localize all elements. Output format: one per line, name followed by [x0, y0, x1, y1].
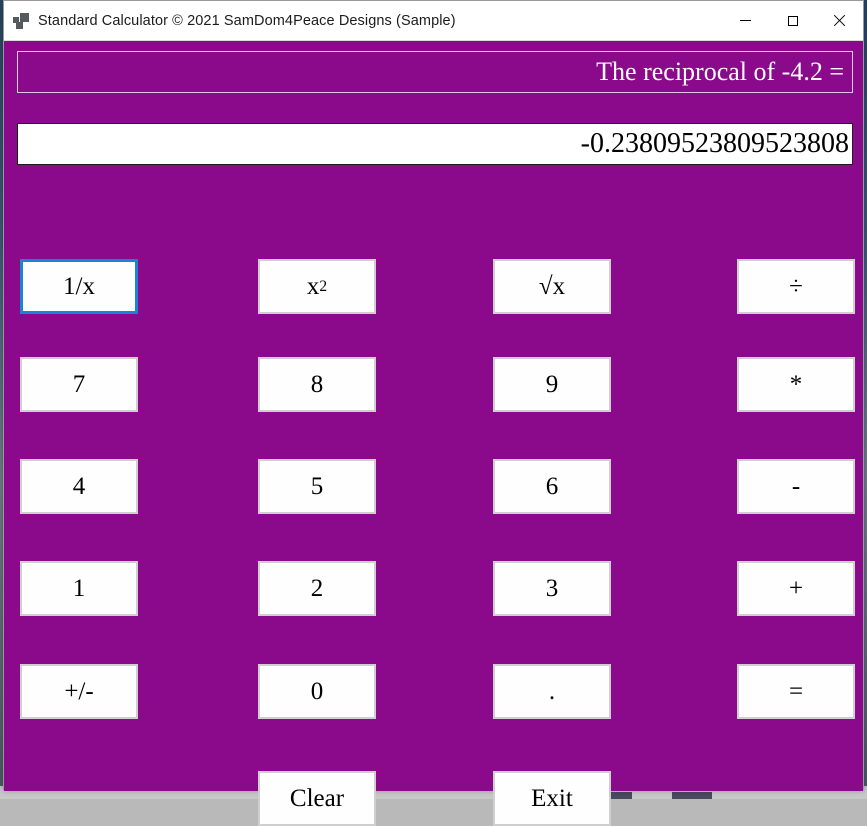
multiply-button[interactable]: * — [737, 357, 855, 412]
digit-2-button[interactable]: 2 — [258, 561, 376, 616]
digit-8-button[interactable]: 8 — [258, 357, 376, 412]
equals-button[interactable]: = — [737, 664, 855, 719]
result-display[interactable]: -0.23809523809523808 — [17, 123, 853, 165]
digit-7-button[interactable]: 7 — [20, 357, 138, 412]
digit-3-button[interactable]: 3 — [493, 561, 611, 616]
square-button[interactable]: x2 — [258, 259, 376, 314]
sign-toggle-button[interactable]: +/- — [20, 664, 138, 719]
title-bar[interactable]: Standard Calculator © 2021 SamDom4Peace … — [4, 1, 863, 41]
maximize-icon — [788, 16, 798, 26]
window-title: Standard Calculator © 2021 SamDom4Peace … — [38, 13, 456, 29]
window-controls — [722, 1, 863, 40]
digit-5-button[interactable]: 5 — [258, 459, 376, 514]
close-icon — [833, 14, 846, 27]
taskbar-item-2[interactable] — [672, 792, 712, 799]
reciprocal-button[interactable]: 1/x — [20, 259, 138, 314]
minimize-icon — [740, 20, 751, 21]
add-button[interactable]: + — [737, 561, 855, 616]
minimize-button[interactable] — [722, 1, 769, 40]
digit-4-button[interactable]: 4 — [20, 459, 138, 514]
digit-6-button[interactable]: 6 — [493, 459, 611, 514]
result-value: -0.23809523809523808 — [581, 130, 849, 158]
expression-display: The reciprocal of -4.2 = — [17, 51, 853, 93]
expression-label: The reciprocal of -4.2 = — [596, 59, 844, 85]
calculator-window: Standard Calculator © 2021 SamDom4Peace … — [3, 0, 864, 790]
decimal-point-button[interactable]: . — [493, 664, 611, 719]
digit-0-button[interactable]: 0 — [258, 664, 376, 719]
digit-9-button[interactable]: 9 — [493, 357, 611, 412]
subtract-button[interactable]: - — [737, 459, 855, 514]
divide-button[interactable]: ÷ — [737, 259, 855, 314]
app-icon — [13, 13, 29, 29]
calculator-client-area: The reciprocal of -4.2 = -0.238095238095… — [4, 41, 863, 791]
close-button[interactable] — [816, 1, 863, 40]
maximize-button[interactable] — [769, 1, 816, 40]
digit-1-button[interactable]: 1 — [20, 561, 138, 616]
sqrt-button[interactable]: √x — [493, 259, 611, 314]
